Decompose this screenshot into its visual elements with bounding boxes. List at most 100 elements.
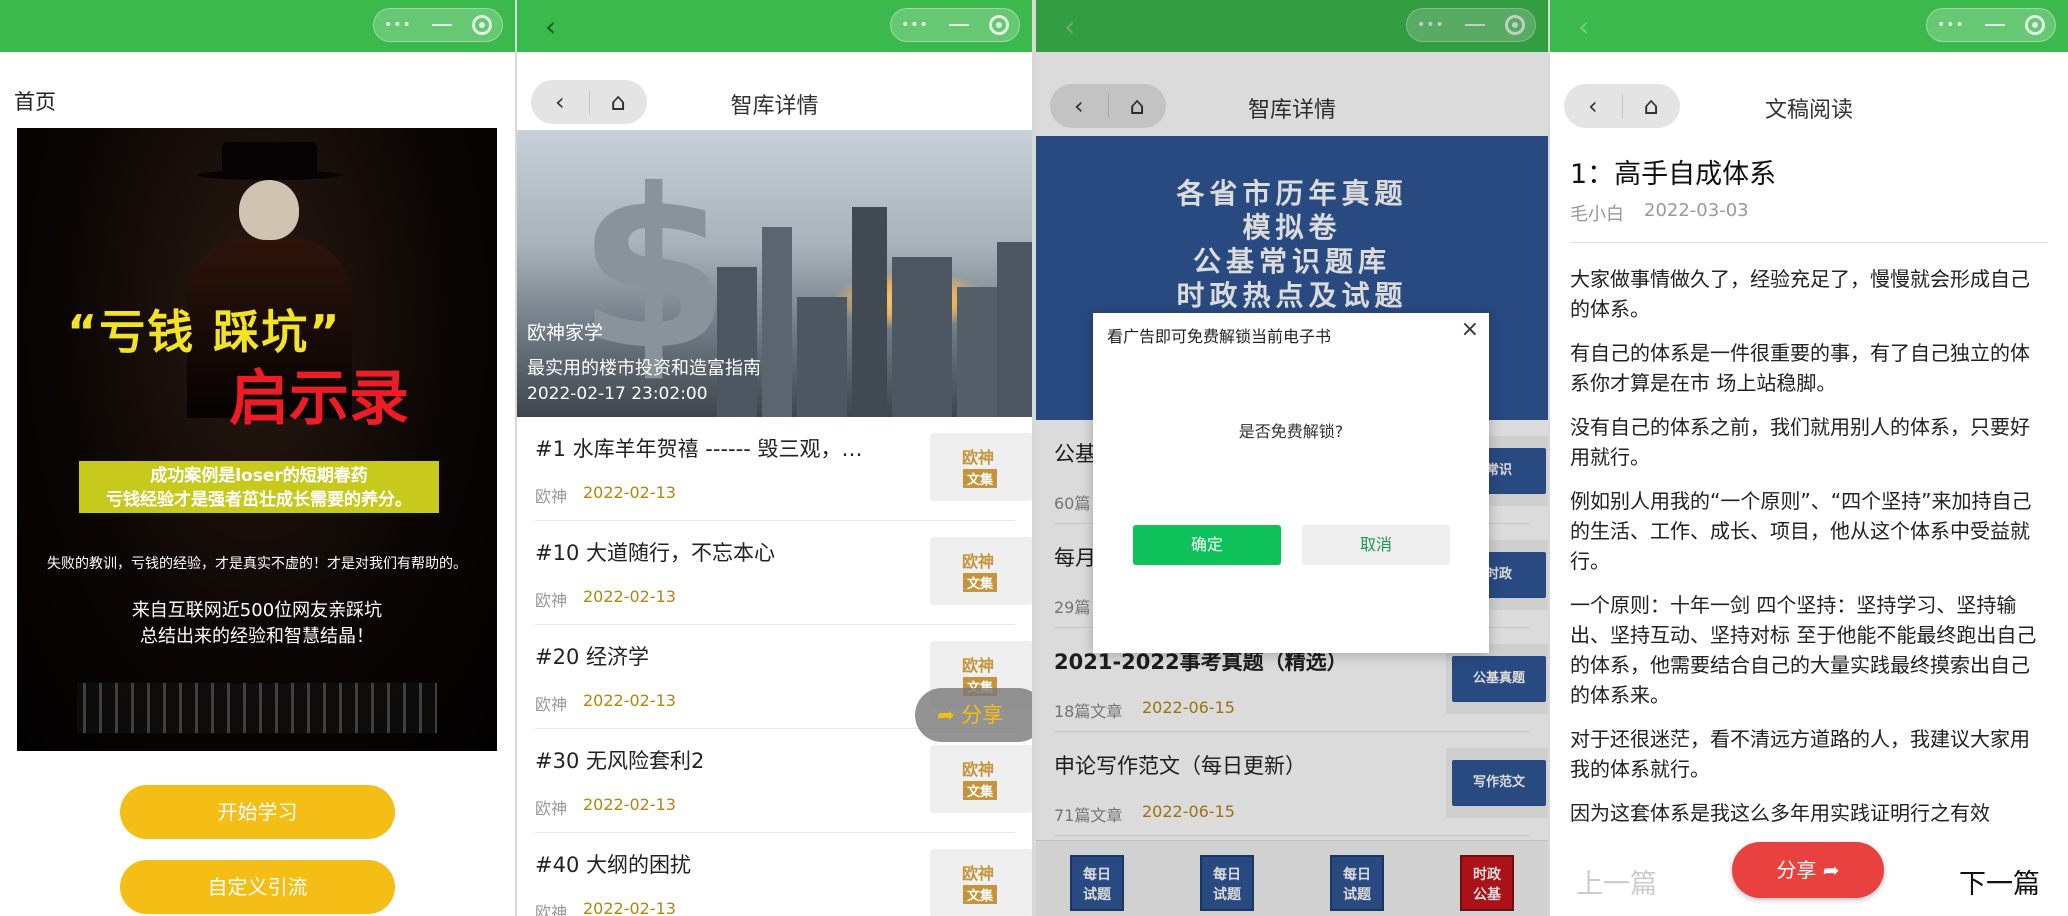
share-button[interactable]: 分享 ➦ bbox=[1732, 842, 1884, 898]
article-count: 71篇文章 bbox=[1054, 806, 1123, 825]
more-icon[interactable]: ••• bbox=[901, 17, 929, 33]
thumb-text: 欧神 bbox=[962, 656, 995, 675]
thumb-text: 欧神 bbox=[962, 864, 995, 883]
tab-politics[interactable]: 时政 公基 bbox=[1460, 855, 1514, 911]
list-item[interactable]: 申论写作范文（每日更新） 71篇文章 2022-06-15 写作范文 bbox=[1054, 732, 1548, 836]
close-target-icon[interactable] bbox=[2024, 15, 2045, 35]
back-arrow-icon[interactable]: ‹ bbox=[1578, 10, 1589, 43]
close-target-icon[interactable] bbox=[1504, 15, 1525, 35]
band-line-2: 亏钱经验才是强者茁壮成长需要的养分。 bbox=[106, 490, 412, 510]
article-date: 2022-03-03 bbox=[1644, 200, 1749, 221]
hero-image[interactable]: $ 欧神家学 最实用的楼市投资和造富指南 2022-02-17 23:02:00 bbox=[517, 130, 1032, 417]
back-arrow-icon[interactable]: ‹ bbox=[1064, 10, 1075, 43]
banner-line: 时政热点及试题 bbox=[1176, 279, 1408, 312]
article-count: 60篇 bbox=[1054, 494, 1091, 513]
tab-label: 每日 bbox=[1343, 867, 1371, 883]
mask-face-shape bbox=[239, 180, 299, 240]
tab-label: 每日 bbox=[1083, 867, 1111, 883]
share-button[interactable]: ➦ 分享 bbox=[915, 688, 1032, 742]
article-thumbnail: 欧神文集 bbox=[930, 537, 1032, 605]
list-item[interactable]: #40 大纲的困扰 欧神 2022-02-13 欧神 文集 bbox=[535, 833, 1032, 916]
building bbox=[797, 297, 847, 417]
article-title: #10 大道随行，不忘本心 bbox=[535, 541, 775, 565]
minimize-icon[interactable] bbox=[1464, 24, 1485, 26]
back-arrow-icon[interactable]: ‹ bbox=[545, 10, 556, 43]
minimize-icon[interactable] bbox=[431, 24, 452, 26]
badge-label: 写作范文 bbox=[1452, 760, 1546, 806]
building bbox=[762, 227, 792, 417]
thumb-tag: 文集 bbox=[963, 573, 998, 592]
article-footer: 上一篇 分享 ➦ 下一篇 bbox=[1550, 832, 2068, 916]
paragraph: 对于还很迷茫，看不清远方道路的人，我建议大家用我的体系就行。 bbox=[1570, 727, 2030, 781]
list-item[interactable]: #10 大道随行，不忘本心 欧神 2022-02-13 欧神 文集 bbox=[535, 521, 1032, 625]
list-item[interactable]: #1 水库羊年贺禧 ------ 毁三观，… 欧神 2022-02-13 欧神文… bbox=[535, 417, 1032, 521]
tab-label: 时政 bbox=[1473, 867, 1501, 883]
mini-program-capsule[interactable]: ••• bbox=[373, 8, 503, 42]
next-article-button[interactable]: 下一篇 bbox=[1959, 862, 2040, 901]
thumb-text: 欧神 bbox=[962, 448, 995, 467]
article-date: 2022-02-13 bbox=[583, 587, 676, 606]
tab-daily-quiz[interactable]: 每日 试题 bbox=[1070, 855, 1124, 911]
article-date: 2022-02-13 bbox=[583, 483, 676, 502]
poster-band: 成功案例是loser的短期春药 亏钱经验才是强者茁壮成长需要的养分。 bbox=[79, 461, 439, 513]
mini-program-capsule[interactable]: ••• bbox=[1926, 8, 2056, 42]
band-line-1: 成功案例是loser的短期春药 bbox=[150, 466, 368, 486]
more-icon[interactable]: ••• bbox=[384, 17, 412, 33]
building bbox=[852, 207, 887, 417]
article-date: 2022-02-13 bbox=[583, 691, 676, 710]
mini-program-capsule[interactable]: ••• bbox=[890, 8, 1020, 42]
list-item[interactable]: #30 无风险套利2 欧神 2022-02-13 欧神 文集 bbox=[535, 729, 1032, 833]
confirm-button[interactable]: 确定 bbox=[1133, 525, 1281, 565]
article-author: 欧神 bbox=[535, 591, 568, 610]
thumb-tag: 文集 bbox=[963, 885, 998, 904]
building bbox=[892, 257, 952, 417]
unlock-modal: 看广告即可免费解锁当前电子书 × 是否免费解锁? 确定 取消 bbox=[1093, 313, 1489, 653]
article-thumbnail: 欧神文集 bbox=[930, 745, 1032, 813]
category-badge: 写作范文 bbox=[1446, 748, 1548, 818]
tab-label: 试题 bbox=[1343, 887, 1371, 903]
more-icon[interactable]: ••• bbox=[1417, 17, 1445, 33]
thumb-text: 欧神 bbox=[962, 552, 995, 571]
share-arrow-icon: ➦ bbox=[937, 703, 962, 727]
water-reflection bbox=[77, 683, 437, 733]
mini-program-capsule[interactable]: ••• bbox=[1406, 8, 1536, 42]
tab-daily-quiz[interactable]: 每日 试题 bbox=[1200, 855, 1254, 911]
minimize-icon[interactable] bbox=[948, 24, 969, 26]
top-bar: ••• bbox=[0, 0, 515, 52]
share-label: 分享 bbox=[1776, 858, 1817, 882]
close-icon[interactable]: × bbox=[1461, 317, 1479, 342]
divider bbox=[1570, 242, 2048, 243]
panel-library-detail: ‹ ••• ‹ ⌂ 智库详情 $ 欧神家学 最实用的楼市投资和造富指南 2022-… bbox=[517, 0, 1032, 916]
hero-date: 2022-02-17 23:02:00 bbox=[527, 384, 708, 404]
start-learning-button[interactable]: 开始学习 bbox=[120, 785, 395, 839]
share-arrow-icon: ➦ bbox=[1816, 858, 1840, 882]
prev-article-button[interactable]: 上一篇 bbox=[1576, 862, 1657, 901]
minimize-icon[interactable] bbox=[1984, 24, 2005, 26]
panel-article-reading: ‹ ••• ‹ ⌂ 文稿阅读 1：高手自成体系 毛小白 2022-03-03 大家… bbox=[1550, 0, 2068, 916]
cancel-button[interactable]: 取消 bbox=[1302, 525, 1450, 565]
close-target-icon[interactable] bbox=[471, 15, 492, 35]
paragraph: 一个原则：十年一剑 四个坚持：坚持学习、坚持输出、坚持互动、坚持对标 至于他能不… bbox=[1570, 593, 2037, 707]
more-icon[interactable]: ••• bbox=[1937, 17, 1965, 33]
category-date: 2022-06-15 bbox=[1142, 802, 1235, 821]
article-thumbnail: 欧神文集 bbox=[930, 433, 1032, 501]
custom-traffic-button[interactable]: 自定义引流 bbox=[120, 860, 395, 914]
tab-daily-quiz[interactable]: 每日 试题 bbox=[1330, 855, 1384, 911]
promo-poster: “亏钱 踩坑” 启示录 成功案例是loser的短期春药 亏钱经验才是强者茁壮成长… bbox=[17, 128, 497, 751]
hero-author: 欧神家学 bbox=[527, 322, 604, 344]
article-thumbnail: 欧神文集 bbox=[930, 849, 1032, 916]
paragraph: 因为这套体系是我这么多年用实践证明行之有效 bbox=[1570, 801, 1990, 825]
close-target-icon[interactable] bbox=[988, 15, 1009, 35]
page-title: 首页 bbox=[14, 90, 56, 114]
article-author: 欧神 bbox=[535, 487, 568, 506]
poster-title-2: 启示录 bbox=[229, 364, 409, 434]
building bbox=[957, 287, 997, 417]
hero-subtitle: 最实用的楼市投资和造富指南 bbox=[527, 358, 761, 379]
tab-label: 每日 bbox=[1213, 867, 1241, 883]
article-body: 大家做事情做久了，经验充足了，慢慢就会形成自己的体系。 有自己的体系是一件很重要… bbox=[1570, 264, 2048, 842]
building bbox=[997, 242, 1032, 417]
article-author: 欧神 bbox=[535, 903, 568, 916]
article-title: 1：高手自成体系 bbox=[1570, 159, 1777, 190]
tab-label: 公基 bbox=[1473, 887, 1501, 903]
article-count: 18篇文章 bbox=[1054, 702, 1123, 721]
